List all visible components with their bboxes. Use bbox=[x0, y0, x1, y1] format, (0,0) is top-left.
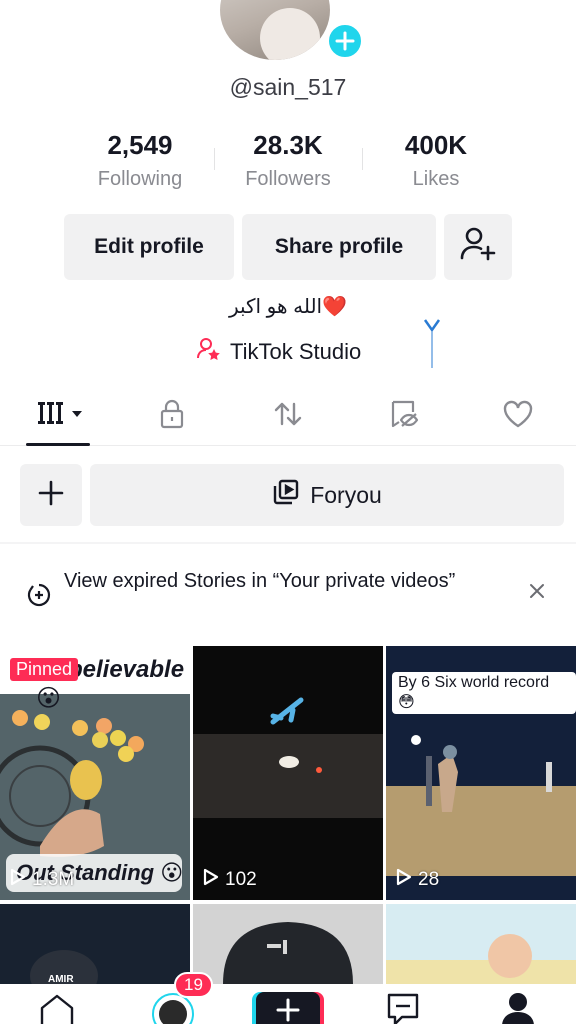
nav-messages[interactable] bbox=[386, 992, 420, 1024]
video-thumbnail[interactable]: 102 bbox=[193, 646, 383, 900]
video-thumbnail[interactable] bbox=[193, 904, 383, 984]
video-thumbnail-art bbox=[193, 646, 383, 900]
stat-label: Followers bbox=[245, 168, 331, 190]
close-icon[interactable] bbox=[526, 580, 548, 602]
video-thumbnail-art bbox=[386, 904, 576, 984]
view-count: 102 bbox=[203, 868, 257, 892]
add-user-icon bbox=[459, 225, 497, 269]
lock-icon bbox=[157, 399, 187, 434]
home-icon bbox=[38, 994, 76, 1024]
expired-stories-notice[interactable]: View expired Stories in “Your private vi… bbox=[0, 560, 576, 640]
view-count-value: 28 bbox=[418, 869, 440, 890]
tab-hidden[interactable] bbox=[384, 396, 424, 436]
videos-grid-icon bbox=[38, 399, 88, 434]
pinned-badge: Pinned bbox=[10, 658, 79, 681]
stat-value: 28.3K bbox=[253, 130, 323, 160]
stat-value: 400K bbox=[404, 130, 468, 160]
tiktok-studio-link[interactable]: TikTok Studio bbox=[196, 336, 361, 368]
studio-label: TikTok Studio bbox=[230, 339, 362, 364]
studio-user-star-icon bbox=[196, 336, 222, 368]
story-plus-icon bbox=[26, 582, 52, 613]
tab-private[interactable] bbox=[152, 396, 192, 436]
edit-profile-button[interactable]: Edit profile bbox=[64, 214, 234, 280]
add-playlist-button[interactable] bbox=[20, 464, 82, 526]
heart-icon bbox=[502, 399, 534, 434]
add-friends-button[interactable] bbox=[444, 214, 512, 280]
video-thumbnail[interactable]: AMIR bbox=[0, 904, 190, 984]
stats-row: 2,549 Following 28.3K Followers 400K Lik… bbox=[66, 128, 510, 191]
video-thumbnail[interactable] bbox=[386, 904, 576, 984]
profile-avatar-wrap[interactable] bbox=[220, 0, 364, 60]
video-overlay-text: AMIR bbox=[48, 974, 74, 984]
video-thumbnail-art bbox=[0, 904, 190, 984]
profile-tabs bbox=[0, 388, 576, 446]
view-count: 28 bbox=[396, 868, 439, 892]
playlist-icon bbox=[272, 478, 300, 512]
hidden-eye-icon bbox=[388, 398, 420, 435]
nav-profile[interactable] bbox=[502, 992, 534, 1024]
video-thumbnail[interactable]: Unbelievable 😮 Out Standing 😮 Pinned 1.3… bbox=[0, 646, 190, 900]
plus-icon bbox=[276, 998, 300, 1024]
play-icon bbox=[203, 868, 219, 892]
view-count-value: 1.3M bbox=[32, 869, 75, 890]
bio-text: الله هو اکبر❤️ bbox=[228, 296, 348, 318]
stat-followers[interactable]: 28.3K Followers bbox=[214, 128, 362, 191]
playlist-foryou[interactable]: Foryou bbox=[90, 464, 564, 526]
view-count-value: 102 bbox=[225, 869, 257, 890]
nav-home[interactable] bbox=[38, 992, 76, 1024]
repost-icon bbox=[272, 398, 304, 435]
create-button[interactable] bbox=[256, 992, 320, 1024]
profile-icon bbox=[502, 993, 534, 1024]
video-thumbnail[interactable]: By 6 Six world record 😳 28 bbox=[386, 646, 576, 900]
play-icon bbox=[396, 868, 412, 892]
stat-label: Following bbox=[97, 168, 183, 190]
bottom-nav: 19 bbox=[0, 972, 576, 1024]
active-tab-indicator bbox=[26, 443, 90, 446]
stat-value: 2,549 bbox=[107, 130, 173, 160]
video-caption: By 6 Six world record 😳 bbox=[392, 672, 576, 714]
tab-videos[interactable] bbox=[38, 396, 88, 436]
add-story-plus-icon[interactable] bbox=[326, 22, 364, 60]
tab-reposts[interactable] bbox=[268, 396, 308, 436]
section-divider bbox=[0, 542, 576, 544]
playlist-label: Foryou bbox=[310, 481, 382, 508]
notice-text: View expired Stories in “Your private vi… bbox=[64, 570, 456, 592]
plus-icon bbox=[38, 480, 64, 511]
inbox-badge: 19 bbox=[174, 972, 213, 998]
cursor-mark-icon bbox=[422, 316, 442, 368]
stat-likes[interactable]: 400K Likes bbox=[362, 128, 510, 191]
share-profile-button[interactable]: Share profile bbox=[242, 214, 436, 280]
video-thumbnail-art bbox=[193, 904, 383, 984]
stat-label: Likes bbox=[412, 168, 460, 190]
username: @sain_517 bbox=[229, 74, 347, 100]
inbox-avatar-icon bbox=[150, 993, 196, 1024]
view-count: 1.3M bbox=[10, 868, 74, 892]
play-icon bbox=[10, 868, 26, 892]
message-icon bbox=[386, 993, 420, 1024]
avatar[interactable] bbox=[220, 0, 330, 60]
tab-liked[interactable] bbox=[498, 396, 538, 436]
stat-following[interactable]: 2,549 Following bbox=[66, 128, 214, 191]
